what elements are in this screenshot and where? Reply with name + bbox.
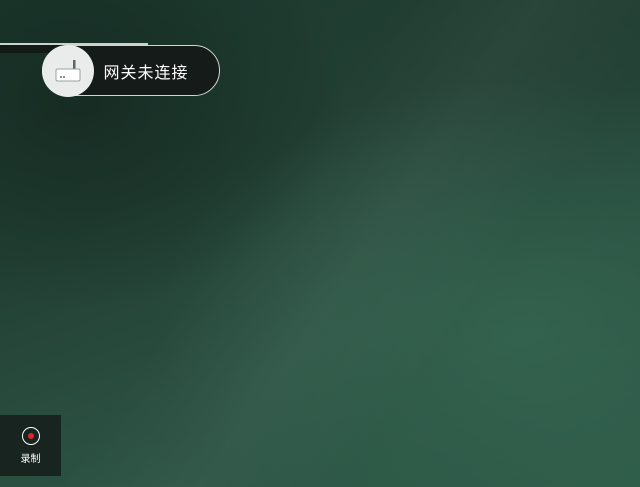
record-dot: [27, 432, 34, 439]
router-icon: [41, 44, 94, 97]
video-view: 网关未连接 录制: [0, 0, 640, 487]
router-glyph: [55, 59, 80, 81]
gateway-status-pill[interactable]: 网关未连接: [41, 44, 220, 97]
record-label: 录制: [20, 453, 41, 465]
record-icon: [21, 426, 40, 445]
record-button[interactable]: 录制: [0, 415, 61, 476]
gateway-status-label: 网关未连接: [103, 62, 189, 82]
